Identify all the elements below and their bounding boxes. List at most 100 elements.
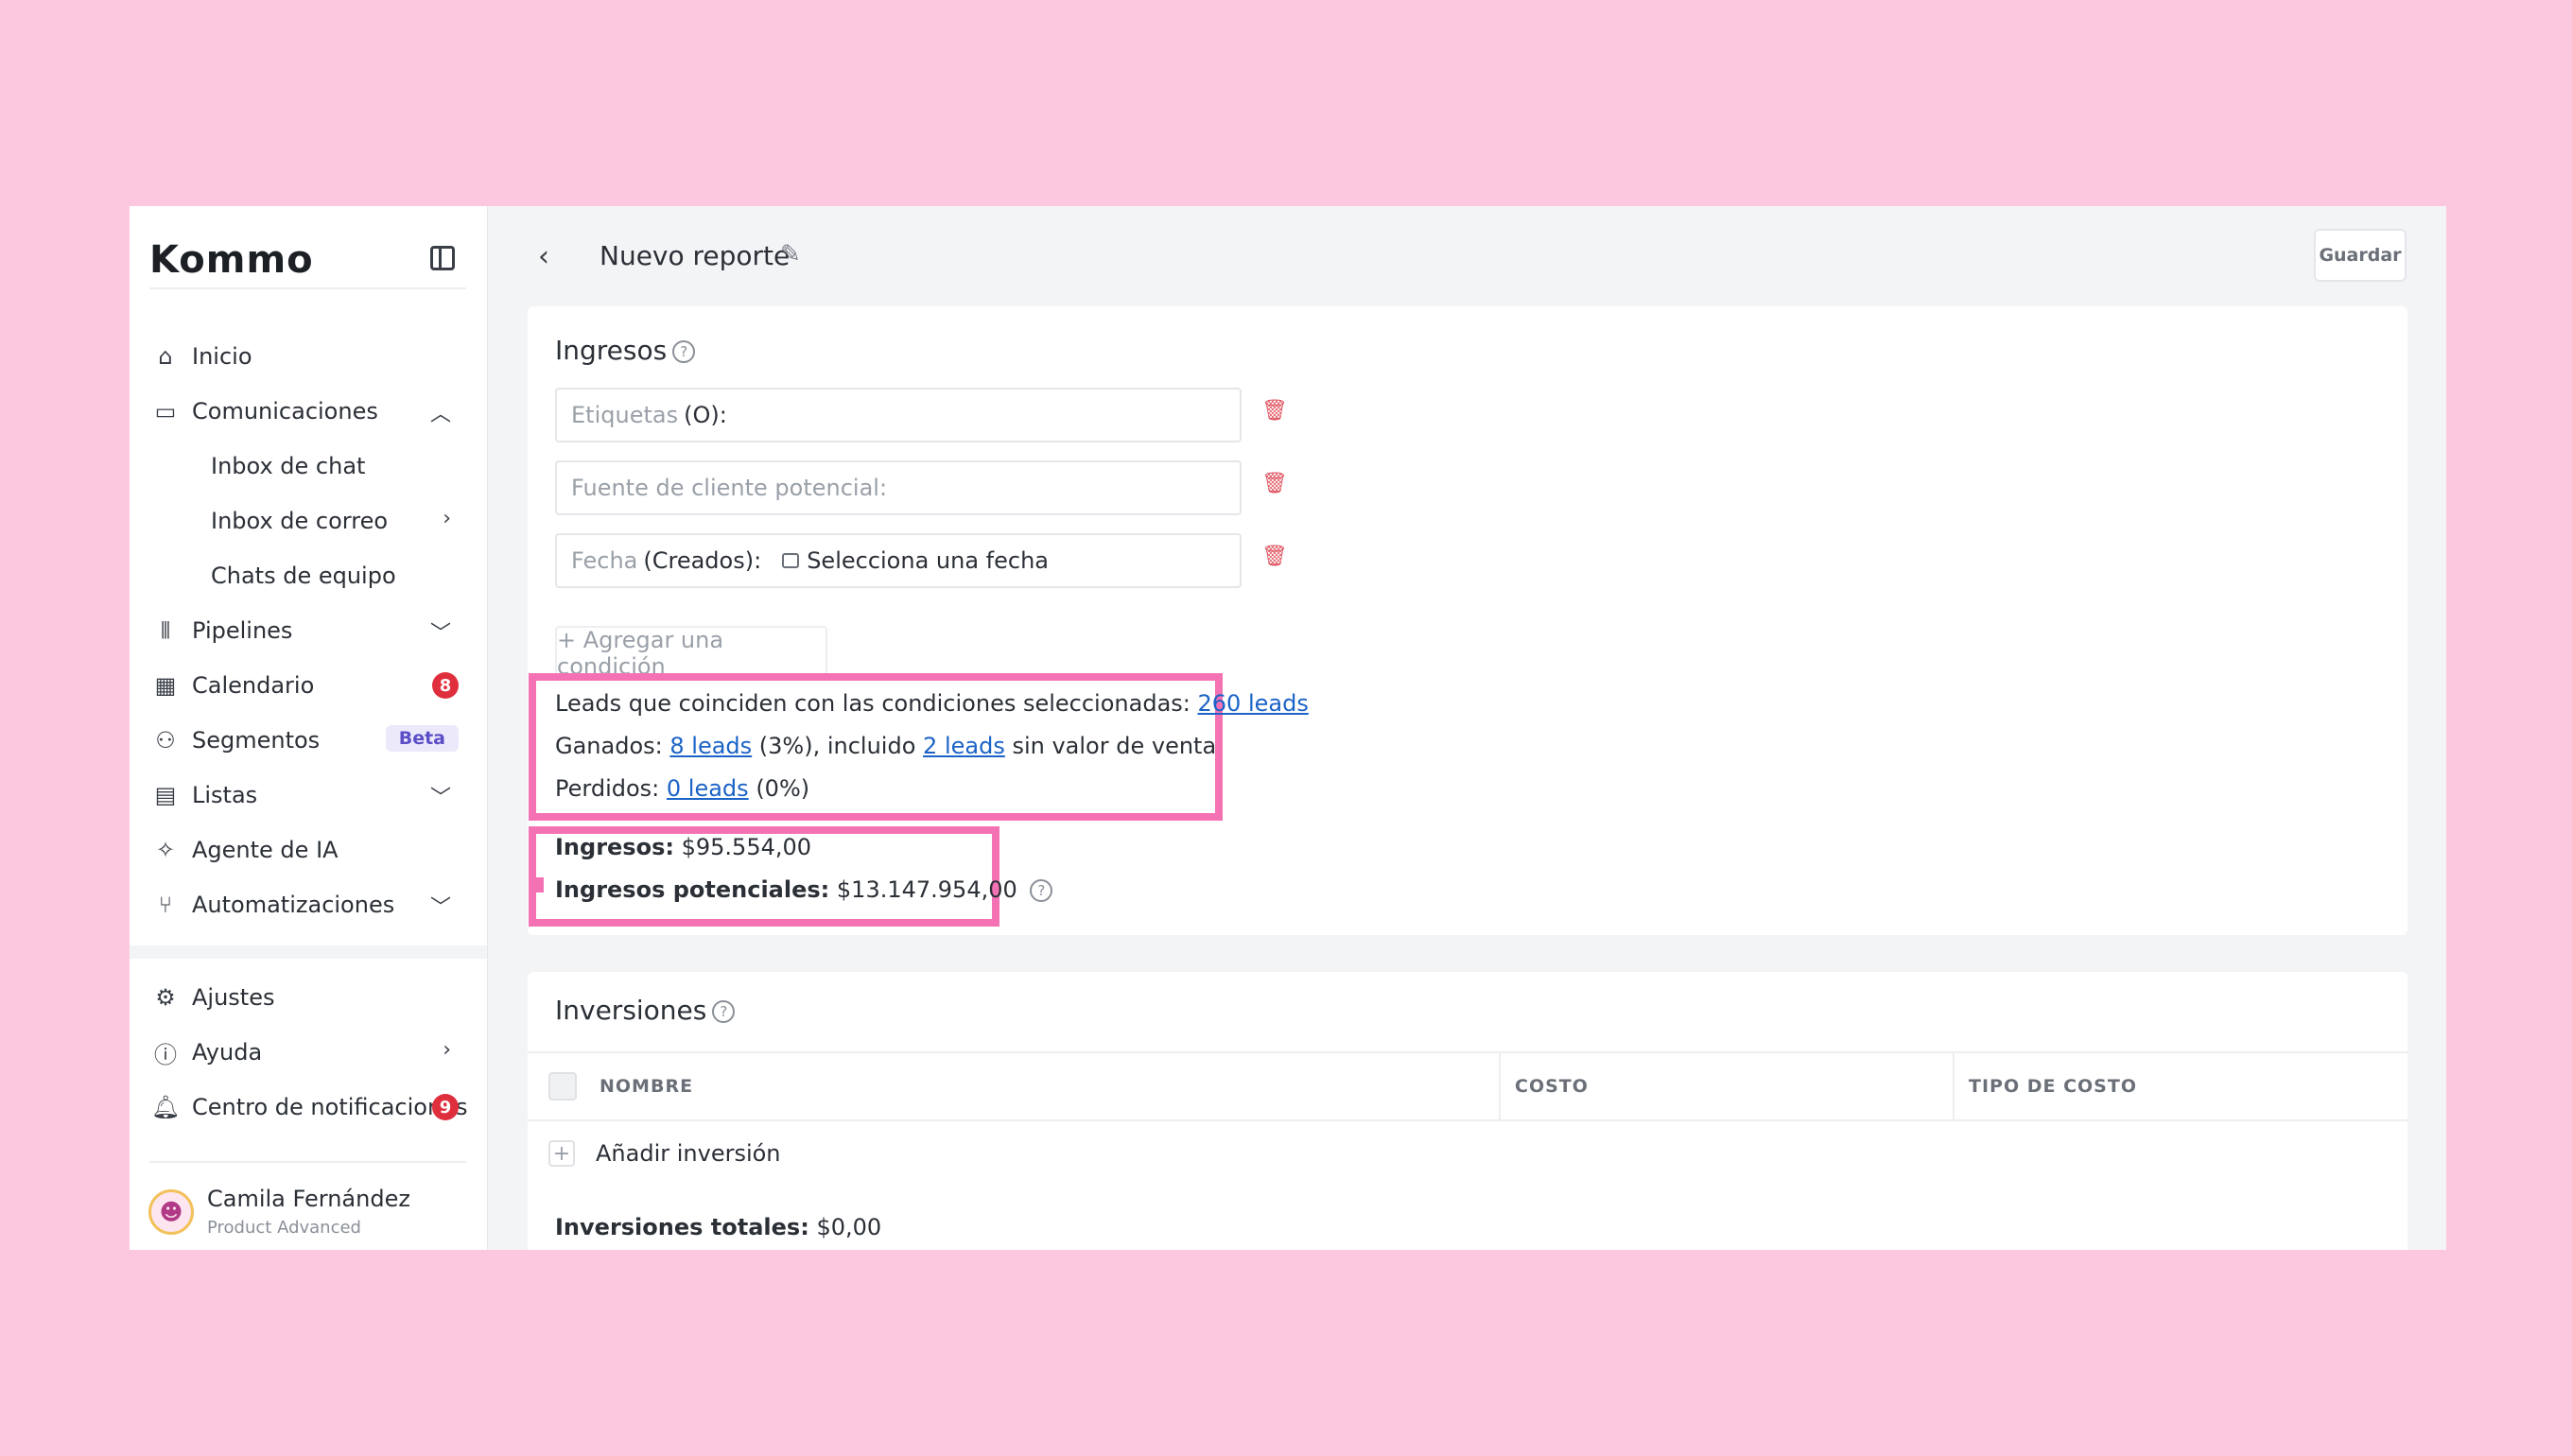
notifications-badge: 9 [432,1094,459,1120]
calendar-icon [782,553,800,568]
sidebar: Kommo ⌂ Inicio ▭ Comunicaciones ︿ Inbox … [130,206,488,1250]
date-picker-value[interactable]: Selecciona una fecha [807,547,1049,574]
matching-text: Leads que coinciden con las condiciones … [555,690,1190,717]
filter-label: Fuente de cliente potencial: [571,475,888,501]
back-icon[interactable]: ‹ [538,240,549,273]
lost-pct: (0%) [756,775,810,802]
filter-fecha[interactable]: Fecha (Creados): Selecciona una fecha [555,533,1242,588]
inversiones-card: Inversiones? NOMBRE COSTO TIPO DE COSTO … [528,972,2407,1250]
column-header-costo[interactable]: COSTO [1515,1076,1589,1097]
filter-fuente[interactable]: Fuente de cliente potencial: [555,460,1242,515]
sidebar-item-chats-equipo[interactable]: Chats de equipo [130,548,487,603]
chevron-down-icon: ﹀ [429,787,451,810]
avatar[interactable]: ☻ [148,1189,194,1235]
trash-icon[interactable]: 🗑︎ [1261,399,1288,423]
collapse-sidebar-icon[interactable] [430,246,455,270]
user-plan: Product Advanced [207,1218,361,1238]
sidebar-item-segmentos[interactable]: ⚇ Segmentos Beta [130,713,487,768]
revenue-line: Ingresos: $95.554,00 [555,834,811,860]
column-divider [1953,1053,1955,1119]
page-title: Nuevo reporte [600,240,791,271]
sidebar-item-label: Automatizaciones [192,892,395,918]
select-all-checkbox[interactable] [548,1072,577,1101]
sidebar-item-listas[interactable]: ▤ Listas ﹀ [130,768,487,823]
sidebar-item-label: Segmentos [192,727,321,754]
kommo-logo: Kommo [149,238,314,282]
filter-label: Etiquetas [571,402,679,428]
matching-leads-link[interactable]: 260 leads [1198,690,1309,717]
section-title-text: Inversiones [555,995,707,1026]
sidebar-item-comunicaciones[interactable]: ▭ Comunicaciones ︿ [130,384,487,439]
help-icon[interactable]: ? [1030,879,1053,902]
potential-value: $13.147.954,00 [836,876,1017,903]
potential-revenue-line: Ingresos potenciales: $13.147.954,00 ? [555,876,1053,903]
investments-table-header: NOMBRE COSTO TIPO DE COSTO [528,1051,2407,1121]
calendar-icon: ▦ [154,672,177,699]
section-title-inversiones: Inversiones? [555,995,736,1026]
trash-icon[interactable]: 🗑︎ [1261,472,1288,495]
help-icon[interactable]: ? [712,1000,736,1023]
filter-etiquetas[interactable]: Etiquetas (O): [555,388,1242,442]
sidebar-header: Kommo [149,229,466,289]
won-label: Ganados: [555,733,663,759]
sidebar-item-inicio[interactable]: ⌂ Inicio [130,329,487,384]
section-title-text: Ingresos [555,335,668,366]
user-name[interactable]: Camila Fernández [207,1186,410,1212]
column-header-nombre[interactable]: NOMBRE [600,1076,693,1097]
segments-icon: ⚇ [155,727,176,754]
sparkle-icon: ✧ [155,837,176,863]
user-divider [149,1161,466,1163]
gear-icon: ⚙ [155,984,176,1011]
lost-leads-link[interactable]: 0 leads [667,775,749,802]
won-pct: (3%), incluido [758,733,916,759]
matching-leads-line: Leads que coinciden con las condiciones … [555,690,1309,717]
won-suffix: sin valor de venta [1012,733,1217,759]
chevron-down-icon: ﹀ [429,622,451,646]
calendar-badge: 8 [432,672,459,699]
total-label: Inversiones totales: [555,1214,809,1240]
add-investment-label: Añadir inversión [596,1140,781,1167]
sidebar-item-automatizaciones[interactable]: ⑂ Automatizaciones ﹀ [130,877,487,932]
sidebar-item-label: Inbox de chat [211,453,366,479]
sidebar-item-inbox-chat[interactable]: Inbox de chat [130,439,487,494]
sidebar-item-label: Calendario [192,672,315,699]
plus-icon: + [548,1140,575,1167]
sidebar-item-label: Pipelines [192,617,293,644]
sidebar-divider [130,945,487,959]
app-window: Kommo ⌂ Inicio ▭ Comunicaciones ︿ Inbox … [130,206,2446,1250]
trash-icon[interactable]: 🗑︎ [1261,545,1288,568]
save-button[interactable]: Guardar [2314,229,2407,282]
help-icon[interactable]: ? [672,340,696,363]
sidebar-item-agente-ia[interactable]: ✧ Agente de IA [130,823,487,877]
sidebar-item-ayuda[interactable]: ⓘ Ayuda › [130,1025,487,1080]
beta-badge: Beta [385,725,459,752]
column-divider [1499,1053,1501,1119]
won-leads-link[interactable]: 8 leads [669,733,752,759]
pencil-icon[interactable]: ✎ [780,240,801,269]
won-novalue-link[interactable]: 2 leads [923,733,1005,759]
sidebar-item-label: Inicio [192,343,252,370]
investments-total: Inversiones totales: $0,00 [555,1214,881,1240]
sidebar-item-label: Ayuda [192,1039,263,1066]
sidebar-item-label: Inbox de correo [211,508,389,534]
column-header-tipo-costo[interactable]: TIPO DE COSTO [1969,1076,2137,1097]
lost-label: Perdidos: [555,775,660,802]
chevron-right-icon: › [443,1038,451,1062]
filter-value: (Creados): [643,547,762,574]
help-icon: ⓘ [154,1041,177,1068]
sidebar-item-inbox-correo[interactable]: Inbox de correo › [130,494,487,548]
sidebar-item-label: Listas [192,782,258,808]
chevron-down-icon: ﹀ [429,896,451,920]
total-value: $0,00 [816,1214,882,1240]
sidebar-item-label: Chats de equipo [211,563,396,589]
automation-icon: ⑂ [158,892,173,918]
sidebar-item-notificaciones[interactable]: 🔔︎ Centro de notificaciones 9 [130,1080,487,1135]
sidebar-item-pipelines[interactable]: ⫴ Pipelines ﹀ [130,603,487,658]
pipelines-icon: ⫴ [160,617,171,644]
sidebar-item-calendario[interactable]: ▦ Calendario 8 [130,658,487,713]
add-investment-button[interactable]: + Añadir inversión [548,1140,781,1167]
sidebar-item-label: Agente de IA [192,837,339,863]
chevron-up-icon: ︿ [429,403,451,426]
sidebar-item-ajustes[interactable]: ⚙ Ajustes [130,970,487,1025]
home-icon: ⌂ [158,343,173,370]
